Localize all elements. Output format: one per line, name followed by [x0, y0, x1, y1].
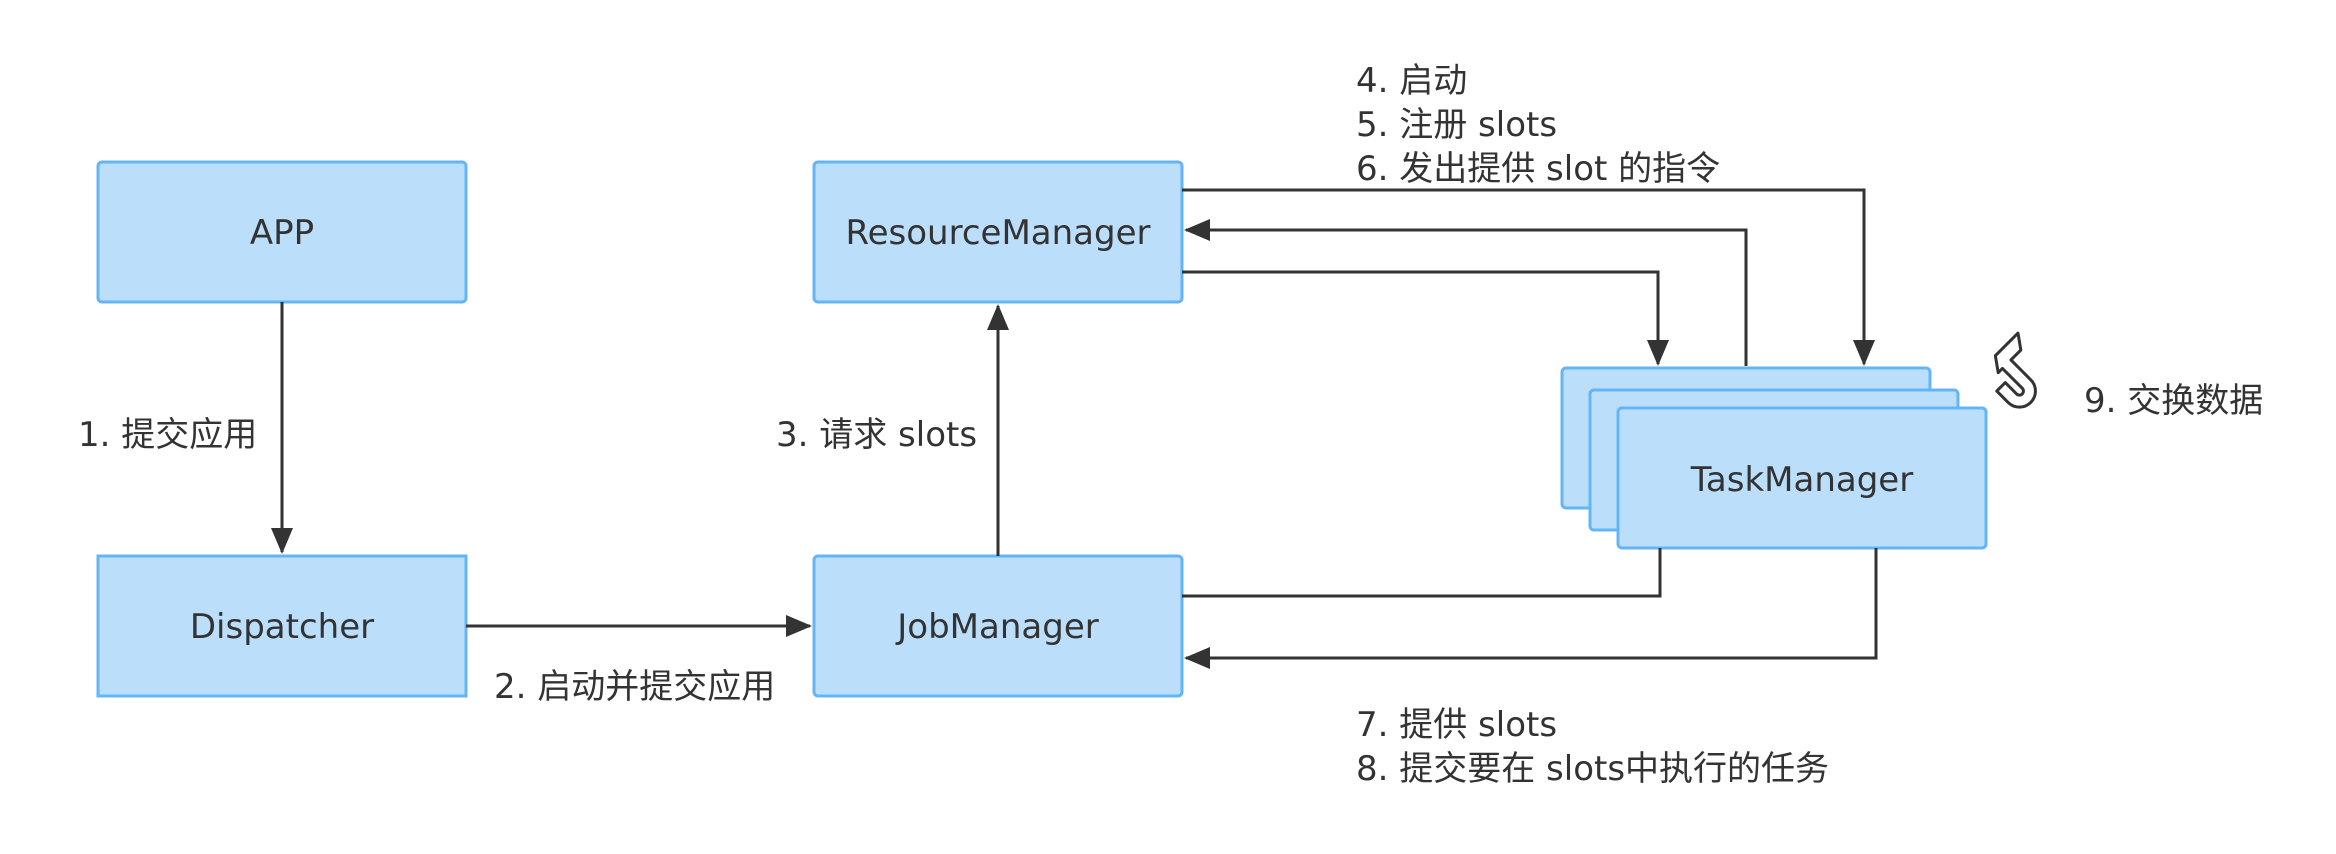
app-label: APP [250, 213, 314, 253]
edge-label-rm-tm-line: 4. 启动 [1356, 61, 1467, 101]
edge-tm-to-rm-register [1184, 219, 1748, 366]
resource-manager-node: ResourceManager [812, 160, 1184, 304]
edge-label-start-submit: 2. 启动并提交应用 [494, 667, 775, 707]
edge-label-exchange-data: 9. 交换数据 [2084, 381, 2263, 421]
edge-tm-to-jm-submit-tasks [1184, 548, 1878, 669]
edge-label-rm-tm-line: 5. 注册 slots [1356, 105, 1557, 145]
edge-label-submit-app: 1. 提交应用 [78, 415, 257, 455]
edge-label-rm-tm-line: 6. 发出提供 slot 的指令 [1356, 149, 1720, 189]
dispatcher-label: Dispatcher [190, 607, 374, 647]
edge-rm-to-tm-start [1182, 270, 1669, 366]
edge-label-tm-jm-line: 8. 提交要在 slots中执行的任务 [1356, 749, 1829, 789]
job-manager-label: JobManager [895, 607, 1098, 647]
task-manager-label: TaskManager [1690, 460, 1913, 500]
app-node: APP [96, 160, 468, 304]
u-turn-arrow-icon [1993, 331, 2037, 409]
resource-manager-label: ResourceManager [846, 213, 1151, 253]
dispatcher-node: Dispatcher [96, 554, 468, 698]
edge-labels-tm-jm: 7. 提供 slots 8. 提交要在 slots中执行的任务 [1356, 705, 1829, 789]
flink-architecture-diagram: APP Dispatcher ResourceManager JobManage… [78, 61, 2263, 789]
edge-label-request-slots: 3. 请求 slots [776, 415, 977, 455]
edge-labels-rm-tm: 4. 启动 5. 注册 slots 6. 发出提供 slot 的指令 [1356, 61, 1720, 189]
job-manager-node: JobManager [812, 554, 1184, 698]
edge-tm-to-jm-offer-slots [1182, 548, 1662, 598]
edge-label-tm-jm-line: 7. 提供 slots [1356, 705, 1557, 745]
edge-rm-to-tm-offer-instruction [1182, 188, 1875, 366]
task-manager-stack: TaskManager [1560, 366, 1988, 550]
diagram-canvas: APP Dispatcher ResourceManager JobManage… [0, 0, 2336, 854]
